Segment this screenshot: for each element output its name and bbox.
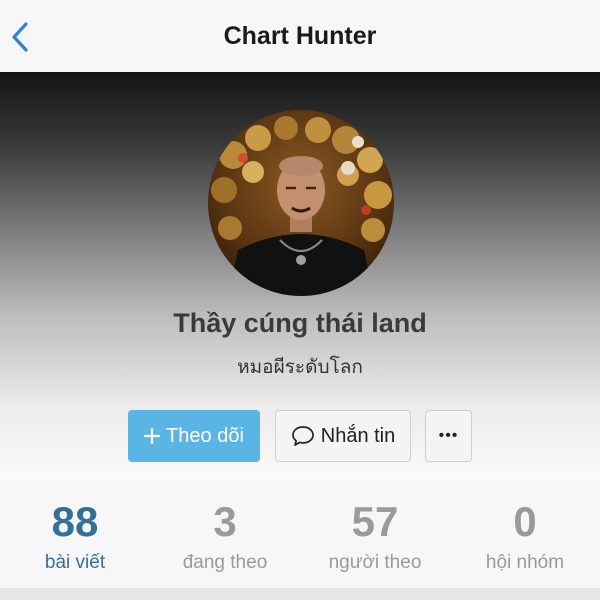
chat-bubble-icon xyxy=(291,425,315,447)
more-options-button[interactable]: ••• xyxy=(425,410,472,462)
follow-button[interactable]: Theo dõi xyxy=(128,410,260,462)
stat-groups[interactable]: 0 hội nhóm xyxy=(450,480,600,588)
stat-posts[interactable]: 88 bài viết xyxy=(0,480,150,588)
stat-label: bài viết xyxy=(44,552,106,573)
plus-icon xyxy=(144,428,161,444)
stat-value: 88 xyxy=(51,498,99,545)
profile-name: Thầy cúng thái land xyxy=(173,308,427,338)
stat-label: hội nhóm xyxy=(485,552,565,573)
avatar-image xyxy=(208,110,394,296)
avatar[interactable] xyxy=(208,110,394,296)
stat-followers[interactable]: 57 người theo xyxy=(300,480,450,588)
more-icon: ••• xyxy=(438,427,459,444)
profile-subtitle: หมอผีระดับโลก xyxy=(237,357,363,378)
profile-stats: 88 bài viết 3 đang theo 57 người theo 0 … xyxy=(0,480,600,588)
stat-label: người theo xyxy=(328,552,422,573)
message-button[interactable]: Nhắn tin xyxy=(275,410,411,462)
navigation-bar: Chart Hunter xyxy=(0,0,600,73)
follow-button-label: Theo dõi xyxy=(166,424,244,447)
section-divider xyxy=(0,588,600,600)
stat-following[interactable]: 3 đang theo xyxy=(150,480,300,588)
stat-value: 3 xyxy=(213,498,237,545)
stat-value: 0 xyxy=(513,498,537,545)
page-title: Chart Hunter xyxy=(223,22,377,50)
message-button-label: Nhắn tin xyxy=(320,424,396,447)
stat-value: 57 xyxy=(351,498,399,545)
stat-label: đang theo xyxy=(182,552,268,573)
